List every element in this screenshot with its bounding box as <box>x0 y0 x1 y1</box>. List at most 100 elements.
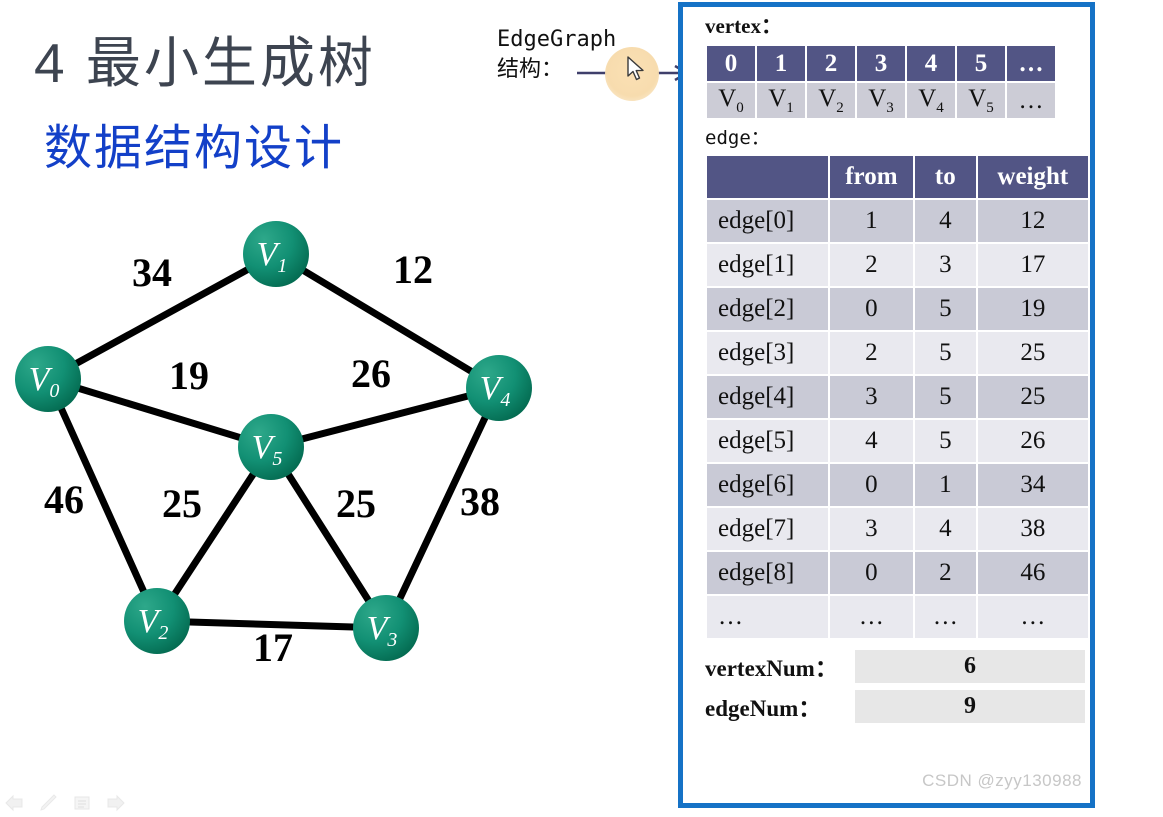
vertex-index-cell: 4 <box>907 46 955 81</box>
edge-from-cell: 2 <box>829 332 913 374</box>
vertex-section-label: vertex： <box>705 14 782 38</box>
graph-edge-weight-label: 12 <box>393 247 433 292</box>
edge-name-cell: edge[5] <box>707 420 828 462</box>
graph-node-v3[interactable]: V3 <box>353 595 419 661</box>
table-row: ………… <box>707 596 1088 638</box>
edge-to-cell: 5 <box>914 332 976 374</box>
edgegraph-structure-panel: vertex： 0 1 2 3 4 5… V0 V1 V2 V3 V4 V5… edge： from… <box>678 2 1095 808</box>
edge-weight-cell: 12 <box>977 200 1088 242</box>
table-row: edge[4] 3 5 25 <box>707 376 1088 418</box>
edge-name-cell: edge[6] <box>707 464 828 506</box>
vertex-index-cell: … <box>1007 46 1055 81</box>
edge-to-cell: 1 <box>914 464 976 506</box>
vertex-value-row: V0 V1 V2 V3 V4 V5… <box>707 83 1055 118</box>
counter-value: 9 <box>855 689 1085 723</box>
edge-from-cell: 1 <box>829 200 913 242</box>
edge-section-label: edge： <box>705 127 770 149</box>
vertex-index-cell: 2 <box>807 46 855 81</box>
vertex-index-cell: 5 <box>957 46 1005 81</box>
menu-icon[interactable] <box>72 793 92 813</box>
graph-node-v4[interactable]: V4 <box>466 355 532 421</box>
edge-weight-cell: … <box>977 596 1088 638</box>
edge-weight-cell: 46 <box>977 552 1088 594</box>
vertex-value-cell: … <box>1007 83 1055 118</box>
edge-table-header-row: from to weight <box>707 156 1088 198</box>
edge-weight-cell: 25 <box>977 376 1088 418</box>
page-title: 4 最小生成树 <box>34 32 376 94</box>
edge-table-corner-header <box>707 156 828 198</box>
edge-name-cell: edge[4] <box>707 376 828 418</box>
pen-icon[interactable] <box>38 793 58 813</box>
edge-table-body: edge[0] 1 4 12 edge[1] 2 3 17 edge[2] 0 5 19 edge[3]… <box>707 200 1088 638</box>
vertex-index-row: 0 1 2 3 4 5… <box>707 46 1055 81</box>
table-row: edge[5] 4 5 26 <box>707 420 1088 462</box>
edge-from-cell: 3 <box>829 376 913 418</box>
vertex-value-cell: V5 <box>957 83 1005 118</box>
graph-nodes: V0 V1 V2 V3 V4 V5 <box>15 221 532 661</box>
vertex-value-cell: V3 <box>857 83 905 118</box>
graph-edge-weight-label: 25 <box>162 481 202 526</box>
arrow-right-icon[interactable] <box>106 793 126 813</box>
edge-weight-cell: 26 <box>977 420 1088 462</box>
table-row: edge[2] 0 5 19 <box>707 288 1088 330</box>
edge-from-cell: 2 <box>829 244 913 286</box>
edge-to-cell: 5 <box>914 376 976 418</box>
edge-to-cell: 5 <box>914 420 976 462</box>
vertex-index-cell: 3 <box>857 46 905 81</box>
edge-from-cell: 0 <box>829 464 913 506</box>
edge-to-cell: 3 <box>914 244 976 286</box>
edge-table-header-to: to <box>914 156 976 198</box>
table-row: edge[1] 2 3 17 <box>707 244 1088 286</box>
graph-node-v5[interactable]: V5 <box>238 414 304 480</box>
counter-row: edgeNum： 9 <box>705 689 1090 723</box>
edge-table-header-weight: weight <box>977 156 1088 198</box>
counter-value: 6 <box>855 649 1085 683</box>
vertex-index-cell: 0 <box>707 46 755 81</box>
edge-name-cell: edge[2] <box>707 288 828 330</box>
graph-edge-weight-label: 25 <box>336 481 376 526</box>
vertex-value-cell: V2 <box>807 83 855 118</box>
vertex-index-cell: 1 <box>757 46 805 81</box>
graph-edge <box>267 384 503 451</box>
vertex-value-cell: V0 <box>707 83 755 118</box>
edge-name-cell: edge[7] <box>707 508 828 550</box>
graph-edge-weight-label: 17 <box>253 625 293 670</box>
graph-node-v1[interactable]: V1 <box>243 221 309 287</box>
edge-name-cell: … <box>707 596 828 638</box>
graph-edge <box>44 375 275 451</box>
watermark: CSDN @zyy130988 <box>922 771 1082 790</box>
mouse-pointer-icon <box>627 56 644 81</box>
graph-edge-weight-label: 46 <box>44 477 84 522</box>
table-row: edge[3] 2 5 25 <box>707 332 1088 374</box>
edge-name-cell: edge[3] <box>707 332 828 374</box>
table-row: edge[0] 1 4 12 <box>707 200 1088 242</box>
edge-from-cell: 4 <box>829 420 913 462</box>
graph-edge-weight-label: 34 <box>132 250 172 295</box>
edge-name-cell: edge[8] <box>707 552 828 594</box>
edge-from-cell: … <box>829 596 913 638</box>
edge-array-table: from to weight edge[0] 1 4 12 edge[1] 2 3 17 edge[… <box>705 154 1090 640</box>
weighted-graph-diagram: 34 12 19 26 46 25 25 38 17 V0 V1 V2 V3 V4 V5 <box>15 221 532 670</box>
arrow-left-icon[interactable] <box>4 793 24 813</box>
vertex-value-cell: V1 <box>757 83 805 118</box>
graph-node-v2[interactable]: V2 <box>124 588 190 654</box>
edge-to-cell: 5 <box>914 288 976 330</box>
edge-weight-cell: 17 <box>977 244 1088 286</box>
table-row: edge[6] 0 1 34 <box>707 464 1088 506</box>
edge-weight-cell: 19 <box>977 288 1088 330</box>
edge-weight-cell: 38 <box>977 508 1088 550</box>
edge-weight-cell: 25 <box>977 332 1088 374</box>
table-row: edge[8] 0 2 46 <box>707 552 1088 594</box>
edge-from-cell: 0 <box>829 288 913 330</box>
edge-name-cell: edge[0] <box>707 200 828 242</box>
counter-label: edgeNum： <box>705 696 822 721</box>
graph-node-v0[interactable]: V0 <box>15 346 81 412</box>
graph-edge-weight-label: 19 <box>169 353 209 398</box>
edge-from-cell: 0 <box>829 552 913 594</box>
page-subtitle: 数据结构设计 <box>44 122 345 175</box>
presentation-controls[interactable] <box>4 793 126 813</box>
edge-to-cell: … <box>914 596 976 638</box>
edge-name-cell: edge[1] <box>707 244 828 286</box>
vertex-array-table: 0 1 2 3 4 5… V0 V1 V2 V3 V4 V5… <box>705 44 1057 120</box>
edge-to-cell: 4 <box>914 508 976 550</box>
